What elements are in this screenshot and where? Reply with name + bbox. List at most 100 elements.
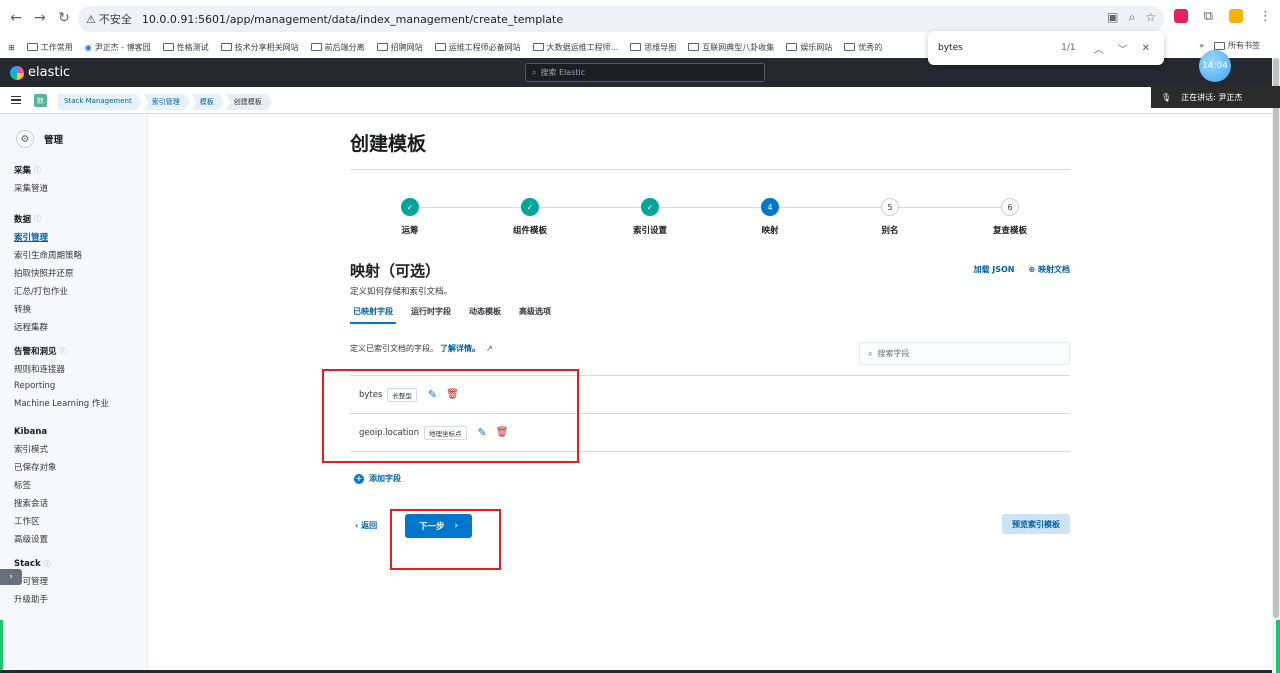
breadcrumb-item[interactable]: Stack Management	[58, 94, 142, 110]
nav-group-stack: Stack ⓘ 许可管理 升级助手	[14, 559, 51, 605]
sidebar-item[interactable]: Machine Learning 作业	[14, 397, 109, 409]
bookmark[interactable]: 工作常用	[26, 42, 73, 53]
breadcrumb-item[interactable]: 索引管理	[144, 94, 190, 110]
sidebar-item[interactable]: 规则和连接器	[14, 363, 109, 375]
sidebar-item[interactable]: 索引模式	[14, 443, 57, 455]
sidebar-item[interactable]: 搜索会话	[14, 497, 57, 509]
mapping-docs-link[interactable]: ⊕ 映射文档	[1029, 264, 1071, 275]
star-icon[interactable]: ☆	[1145, 10, 1156, 25]
find-in-page-bar: bytes 1/1 ︿ ﹀ ✕	[928, 31, 1164, 65]
puzzle-icon[interactable]: ⧉	[1204, 9, 1213, 24]
sidebar-item[interactable]: 汇总/打包作业	[14, 285, 82, 297]
learn-more-link[interactable]: 了解详情。	[440, 343, 480, 354]
bookmark[interactable]: 性格测试	[162, 42, 209, 53]
scrollbar-thumb[interactable]	[1273, 58, 1279, 618]
more-bookmarks-button[interactable]: »	[1199, 41, 1204, 50]
bookmark[interactable]: 大数据运维工程师...	[532, 42, 618, 53]
field-search-input[interactable]: ⌕ 搜索字段	[859, 342, 1070, 365]
sidebar-item[interactable]: 高级设置	[14, 533, 57, 545]
forward-arrow-icon[interactable]: →	[32, 10, 48, 26]
find-input[interactable]: bytes	[938, 43, 1061, 53]
elastic-logo-icon	[10, 65, 24, 80]
step-2[interactable]: ✓ 组件模板	[470, 198, 590, 236]
mapping-tabs: 已映射字段 运行时字段 动态模板 高级选项	[350, 306, 1070, 324]
desktop-edge	[0, 620, 3, 673]
step-4[interactable]: 4 映射	[710, 198, 830, 236]
step-number: 5	[881, 198, 899, 216]
sidebar-item[interactable]: 采集管道	[14, 182, 48, 194]
plus-icon: +	[354, 473, 364, 484]
nav-group-ingest: 采集 ⓘ 采集管道	[14, 165, 49, 194]
page-scrollbar[interactable]	[1272, 58, 1280, 673]
folder-icon	[1214, 41, 1225, 50]
tab-runtime-fields[interactable]: 运行时字段	[408, 306, 454, 324]
search-icon: ⌕	[532, 67, 537, 77]
sidebar-item[interactable]: 已保存对象	[14, 461, 57, 473]
sidebar-item[interactable]: 标签	[14, 479, 57, 491]
chevron-right-icon[interactable]: ›	[0, 569, 22, 585]
menu-kebab-icon[interactable]: ⋮	[1259, 9, 1272, 24]
load-json-link[interactable]: 加载 JSON	[973, 264, 1014, 275]
step-6[interactable]: 6 复查模板	[950, 198, 1070, 236]
check-icon: ✓	[521, 198, 539, 216]
extension-icon[interactable]	[1229, 9, 1243, 23]
bookmark[interactable]: 互联网典型八卦收集	[688, 42, 774, 53]
folder-icon	[26, 43, 38, 51]
step-5[interactable]: 5 别名	[830, 198, 950, 236]
folder-icon	[220, 43, 232, 51]
address-bar[interactable]: ⚠ 不安全 10.0.0.91:5601/app/management/data…	[78, 6, 1164, 32]
step-1[interactable]: ✓ 运筹	[350, 198, 470, 236]
bookmark[interactable]: 思维导图	[630, 42, 676, 53]
space-avatar[interactable]: 默	[34, 94, 47, 107]
breadcrumb-bar: 默 Stack Management 索引管理 模板 创建模板	[0, 87, 1272, 114]
back-button[interactable]: ‹ 返回	[355, 520, 377, 531]
bookmark[interactable]: 优秀的	[844, 42, 882, 53]
sidebar-item-index-management[interactable]: 索引管理	[14, 231, 82, 243]
menu-hamburger-icon[interactable]	[11, 96, 21, 104]
step-3[interactable]: ✓ 索引设置	[590, 198, 710, 236]
annotation-box-next	[390, 509, 501, 570]
info-icon[interactable]: ⓘ	[60, 346, 67, 356]
step-number: 4	[761, 198, 779, 216]
sidebar-item[interactable]: 拍取快照并还原	[14, 267, 82, 279]
tab-dynamic-templates[interactable]: 动态模板	[466, 306, 504, 324]
find-count: 1/1	[1061, 43, 1076, 53]
bookmark[interactable]: ◉ 尹正杰 - 博客园	[85, 42, 151, 53]
sidebar-item[interactable]: 索引生命周期策略	[14, 249, 82, 261]
tab-mapped-fields[interactable]: 已映射字段	[350, 306, 396, 324]
microphone-icon: 🎙	[1161, 92, 1172, 102]
section-links: 加载 JSON ⊕ 映射文档	[973, 264, 1070, 275]
apps-icon[interactable]: ⊞	[8, 43, 15, 52]
close-icon[interactable]: ✕	[1142, 43, 1150, 54]
elastic-logo[interactable]: elastic	[10, 65, 70, 80]
bookmark[interactable]: 运维工程师必备网站	[434, 42, 521, 53]
sidebar-item[interactable]: 工作区	[14, 515, 57, 527]
bookmark[interactable]: 前后端分离	[310, 42, 365, 53]
global-search-input[interactable]: ⌕ 搜索 Elastic	[525, 63, 765, 82]
sidebar-item[interactable]: Reporting	[14, 381, 109, 391]
clock-widget: 14:04	[1199, 50, 1231, 82]
info-icon[interactable]: ⓘ	[44, 559, 51, 569]
sidebar-item[interactable]: 远程集群	[14, 321, 82, 333]
tab-advanced-options[interactable]: 高级选项	[516, 306, 554, 324]
extension-icon[interactable]	[1173, 9, 1188, 23]
speaking-indicator: 🎙 正在讲话: 尹正杰	[1151, 86, 1280, 108]
chevron-down-icon[interactable]: ﹀	[1118, 41, 1128, 56]
sidebar-item[interactable]: 升级助手	[14, 593, 51, 605]
reload-icon[interactable]: ↻	[56, 10, 72, 26]
bookmark[interactable]: 招聘网站	[376, 42, 423, 53]
bookmark[interactable]: 技术分享相关网站	[220, 42, 299, 53]
info-icon[interactable]: ⓘ	[34, 214, 41, 224]
info-icon[interactable]: ⓘ	[34, 165, 41, 175]
preview-template-button[interactable]: 预览索引模板	[1002, 514, 1070, 534]
add-field-button[interactable]: + 添加字段	[354, 473, 401, 484]
breadcrumb-item[interactable]: 模板	[192, 94, 224, 110]
security-indicator[interactable]: ⚠ 不安全	[86, 11, 132, 27]
bookmark[interactable]: 娱乐网站	[786, 42, 832, 53]
zoom-icon[interactable]: ⌕	[1129, 10, 1136, 25]
sidebar-item[interactable]: 转换	[14, 303, 82, 315]
all-bookmarks[interactable]: 所有书签	[1214, 40, 1260, 51]
chevron-up-icon[interactable]: ︿	[1094, 41, 1104, 56]
page-icon[interactable]: ▣	[1107, 10, 1118, 25]
back-arrow-icon[interactable]: ←	[8, 10, 24, 26]
